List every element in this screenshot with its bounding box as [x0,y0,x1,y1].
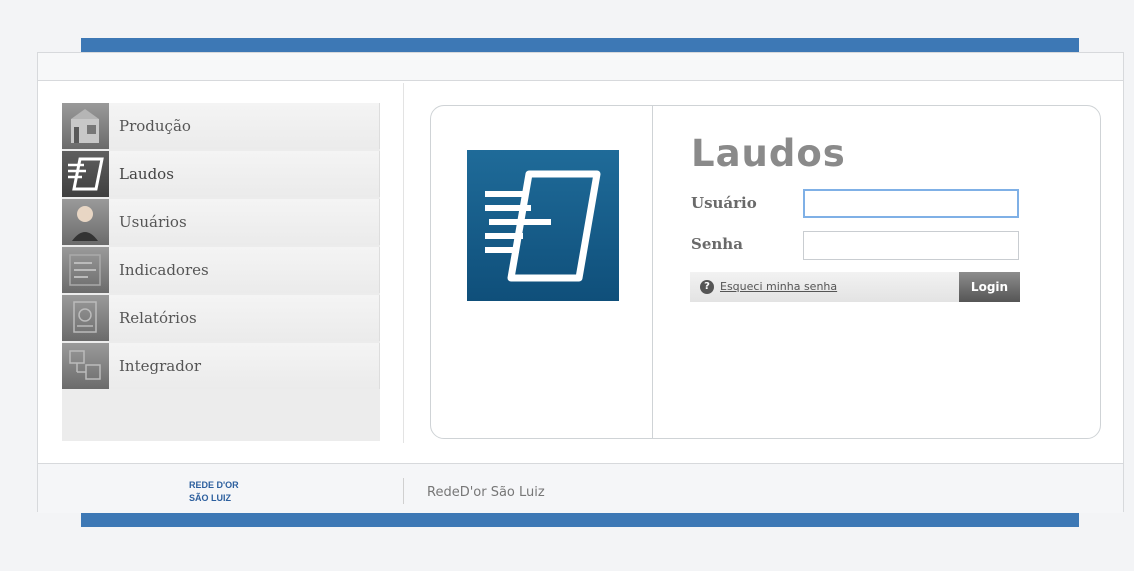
login-action-bar: ? Esqueci minha senha Login [690,272,1020,302]
menu-item-usuarios[interactable]: Usuários [62,199,380,245]
rede-dor-logo: REDE D'OR SÃO LUIZ [187,476,259,506]
menu-label: Integrador [119,357,202,375]
menu-item-producao[interactable]: Produção [62,103,380,149]
login-panel: Laudos Usuário Senha ? Esqueci minha sen… [430,105,1101,439]
forgot-password-link[interactable]: Esqueci minha senha [720,280,837,293]
password-label: Senha [691,235,743,253]
integrator-icon [62,343,109,389]
report-icon [62,295,109,341]
top-accent-bar [81,38,1079,52]
menu-item-indicadores[interactable]: Indicadores [62,247,380,293]
footer-separator [403,478,404,504]
menu-item-relatorios[interactable]: Relatórios [62,295,380,341]
username-field[interactable] [803,189,1019,218]
password-field[interactable] [803,231,1019,260]
menu-label: Laudos [119,165,174,183]
footer-text: RedeD'or São Luiz [427,485,545,500]
logo-text-top: REDE D'OR [189,480,239,490]
menu-item-laudos[interactable]: Laudos [62,151,380,197]
login-separator [652,106,653,438]
laudos-logo-icon [467,150,619,301]
chart-icon [62,247,109,293]
menu-item-integrador[interactable]: Integrador [62,343,380,389]
laudos-logo-icon [62,151,109,197]
content-divider [403,83,404,443]
menu-label: Usuários [119,213,187,231]
help-icon: ? [700,280,714,294]
menu-label: Indicadores [119,261,209,279]
login-button[interactable]: Login [959,272,1020,302]
main-frame: Produção Laudos Usuários Indicadores Rel… [37,52,1124,513]
frame-header [38,53,1123,81]
menu-label: Produção [119,117,191,135]
menu-label: Relatórios [119,309,197,327]
footer: REDE D'OR SÃO LUIZ RedeD'or São Luiz [38,463,1123,513]
page-title: Laudos [691,132,846,175]
bottom-accent-bar [81,513,1079,527]
username-label: Usuário [691,194,757,212]
user-icon [62,199,109,245]
logo-text-bottom: SÃO LUIZ [189,493,232,503]
factory-icon [62,103,109,149]
side-menu: Produção Laudos Usuários Indicadores Rel… [62,103,380,441]
